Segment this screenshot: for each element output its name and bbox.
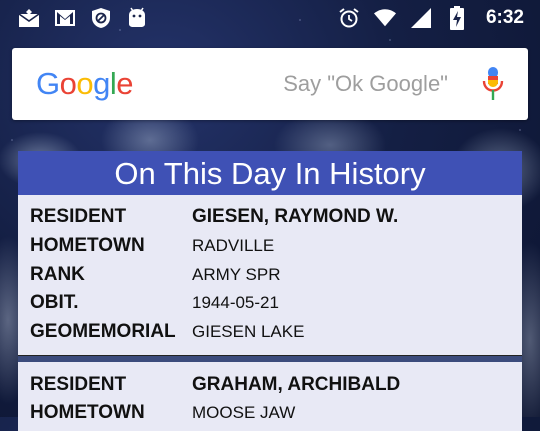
- email-alt-icon[interactable]: [18, 7, 40, 29]
- history-widget[interactable]: On This Day In History RESIDENT GIESEN, …: [18, 151, 522, 431]
- history-record[interactable]: RESIDENT GIESEN, RAYMOND W. HOMETOWN RAD…: [18, 195, 522, 346]
- history-title: On This Day In History: [18, 151, 522, 195]
- status-bar: 6:32: [0, 0, 540, 36]
- hometown-label: HOMETOWN: [30, 402, 145, 424]
- blocked-icon[interactable]: [90, 7, 112, 29]
- system-icons: 6:32: [338, 6, 524, 30]
- hometown-label: HOMETOWN: [30, 235, 145, 257]
- hometown-value: MOOSE JAW: [192, 403, 296, 423]
- geomemorial-row: GEOMEMORIAL GIESEN LAKE: [30, 318, 510, 347]
- rank-value: ARMY SPR: [192, 264, 281, 284]
- signal-icon: [410, 7, 432, 29]
- obit-value: 1944-05-21: [192, 293, 279, 313]
- hometown-row: HOMETOWN RADVILLE: [30, 232, 510, 261]
- resident-row: RESIDENT GRAHAM, ARCHIBALD: [30, 370, 510, 399]
- mic-icon[interactable]: [480, 64, 506, 104]
- resident-label: RESIDENT: [30, 206, 127, 228]
- google-search-bar[interactable]: Google Say "Ok Google": [12, 48, 528, 120]
- resident-row: RESIDENT GIESEN, RAYMOND W.: [30, 203, 510, 232]
- rank-row: RANK ARMY SPR: [30, 260, 510, 289]
- geomemorial-value: GIESEN LAKE: [192, 322, 305, 342]
- resident-value: GIESEN, RAYMOND W.: [192, 206, 399, 228]
- hometown-value: RADVILLE: [192, 236, 275, 256]
- clock: 6:32: [485, 7, 524, 28]
- google-logo: Google: [36, 66, 134, 101]
- resident-label: RESIDENT: [30, 373, 127, 395]
- notification-icons: [18, 7, 148, 29]
- rank-label: RANK: [30, 263, 85, 285]
- alarm-icon: [338, 7, 360, 29]
- history-record[interactable]: RESIDENT GRAHAM, ARCHIBALD HOMETOWN MOOS…: [18, 362, 522, 427]
- resident-value: GRAHAM, ARCHIBALD: [192, 373, 401, 395]
- gmail-icon[interactable]: [54, 7, 76, 29]
- obit-row: OBIT. 1944-05-21: [30, 289, 510, 318]
- android-icon[interactable]: [126, 7, 148, 29]
- geomemorial-label: GEOMEMORIAL: [30, 321, 176, 343]
- wifi-icon: [373, 7, 396, 29]
- hometown-row: HOMETOWN MOOSE JAW: [30, 399, 510, 428]
- battery-charging-icon: [446, 6, 468, 30]
- obit-label: OBIT.: [30, 292, 79, 314]
- search-hint[interactable]: Say "Ok Google": [283, 71, 448, 97]
